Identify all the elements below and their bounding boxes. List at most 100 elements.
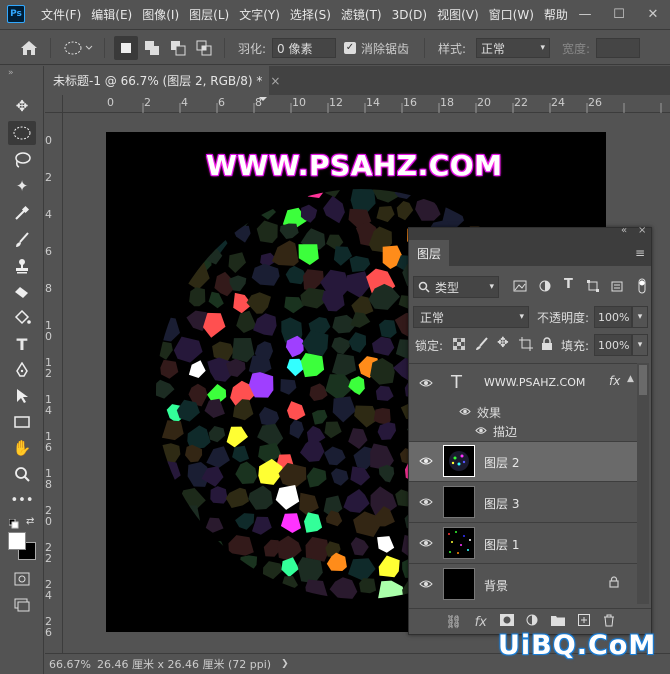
style-select[interactable]: 正常 ▾	[476, 38, 550, 58]
pen-tool-icon[interactable]	[8, 358, 36, 382]
menu-view[interactable]: 视图(V)	[432, 0, 484, 30]
menu-image[interactable]: 图像(I)	[137, 0, 184, 30]
menu-3d[interactable]: 3D(D)	[387, 0, 432, 30]
path-selection-tool-icon[interactable]	[8, 384, 36, 408]
quick-mask-icon[interactable]	[14, 572, 30, 589]
opacity-dropdown-icon[interactable]: ▾	[632, 306, 648, 328]
layer-row-text[interactable]: T WWW.PSAHZ.COM fx ▲	[409, 363, 637, 403]
panel-menu-icon[interactable]: ≡	[635, 246, 645, 260]
opacity-input[interactable]: 100%	[594, 306, 632, 328]
layer-name[interactable]: 背景	[484, 577, 508, 594]
menu-filter[interactable]: 滤镜(T)	[336, 0, 387, 30]
expand-effects-icon[interactable]: ▲	[627, 374, 634, 384]
new-selection-icon[interactable]	[114, 36, 138, 60]
add-style-fx-icon[interactable]: fx	[475, 615, 487, 630]
tab-layers[interactable]: 图层	[409, 240, 449, 266]
visibility-eye-icon[interactable]	[419, 496, 433, 510]
rectangle-tool-icon[interactable]	[8, 410, 36, 434]
panel-collapse-icon[interactable]: «	[621, 225, 627, 236]
layer-name[interactable]: 图层 2	[484, 454, 519, 471]
menu-edit[interactable]: 编辑(E)	[86, 0, 137, 30]
document-tab[interactable]: 未标题-1 @ 66.7% (图层 2, RGB/8) * ×	[45, 66, 280, 95]
elliptical-marquee-preset-icon[interactable]	[64, 31, 94, 65]
filter-adjustment-icon[interactable]	[539, 280, 551, 295]
fill-dropdown-icon[interactable]: ▾	[632, 334, 648, 356]
layers-scrollbar[interactable]	[637, 363, 649, 604]
eraser-tool-icon[interactable]	[8, 280, 36, 304]
elliptical-marquee-tool-icon[interactable]	[8, 121, 36, 145]
layer-row-background[interactable]: 背景	[409, 563, 637, 604]
home-icon[interactable]	[20, 31, 38, 65]
lock-pixels-icon[interactable]	[475, 337, 489, 354]
filter-smart-object-icon[interactable]	[611, 280, 623, 295]
effect-stroke-row[interactable]: 描边	[409, 421, 637, 441]
swap-colors-icon[interactable]: ⇄	[26, 516, 34, 527]
layer-row[interactable]: 图层 3	[409, 481, 637, 522]
antialias-checkbox[interactable]: ✓ 消除锯齿	[344, 31, 409, 65]
close-button[interactable]: ✕	[636, 0, 670, 28]
default-colors-icon[interactable]	[8, 518, 19, 532]
brush-tool-icon[interactable]	[8, 228, 36, 252]
filter-pixel-icon[interactable]	[513, 280, 527, 295]
filter-toggle-icon[interactable]	[638, 278, 646, 297]
delete-layer-icon[interactable]	[603, 614, 615, 631]
screen-mode-icon[interactable]	[14, 598, 30, 615]
lock-artboard-icon[interactable]	[519, 337, 533, 354]
layer-name[interactable]: WWW.PSAHZ.COM	[484, 376, 585, 389]
visibility-eye-icon[interactable]	[419, 455, 433, 469]
adjustment-layer-icon[interactable]	[526, 614, 538, 630]
effect-name: 描边	[493, 425, 518, 439]
visibility-eye-icon[interactable]	[459, 405, 471, 419]
layer-row-selected[interactable]: 图层 2	[409, 441, 637, 481]
foreground-color-swatch[interactable]	[8, 532, 26, 550]
menu-type[interactable]: 文字(Y)	[234, 0, 285, 30]
effects-fx-icon[interactable]: fx	[609, 374, 620, 388]
layer-filter-select[interactable]: 类型 ▾	[413, 276, 499, 298]
visibility-eye-icon[interactable]	[419, 377, 433, 391]
layer-name[interactable]: 图层 3	[484, 495, 519, 512]
visibility-eye-icon[interactable]	[419, 537, 433, 551]
lock-position-icon[interactable]: ✥	[497, 335, 509, 351]
maximize-button[interactable]: ☐	[602, 0, 636, 28]
menu-file[interactable]: 文件(F)	[36, 0, 86, 30]
lock-transparent-icon[interactable]	[452, 337, 466, 353]
stamp-tool-icon[interactable]	[8, 254, 36, 278]
feather-input[interactable]: 0 像素	[272, 38, 336, 58]
intersect-selection-icon[interactable]	[196, 31, 212, 65]
menu-window[interactable]: 窗口(W)	[484, 0, 539, 30]
add-mask-icon[interactable]	[499, 614, 514, 630]
layer-name[interactable]: 图层 1	[484, 536, 519, 553]
lasso-tool-icon[interactable]	[8, 148, 36, 172]
visibility-eye-icon[interactable]	[475, 424, 487, 438]
more-tools-icon[interactable]: •••	[8, 488, 36, 512]
subtract-from-selection-icon[interactable]	[170, 31, 186, 65]
link-layers-icon[interactable]: ⛓	[445, 615, 462, 630]
menu-layer[interactable]: 图层(L)	[184, 0, 234, 30]
effects-group-row[interactable]: 效果	[409, 402, 637, 422]
move-tool-icon[interactable]: ✥	[8, 94, 36, 118]
panel-close-icon[interactable]: ×	[638, 225, 646, 236]
magic-wand-tool-icon[interactable]: ✦	[8, 174, 36, 198]
filter-type-icon[interactable]: T	[564, 277, 573, 292]
type-tool-icon[interactable]: T	[8, 332, 36, 356]
zoom-tool-icon[interactable]	[8, 462, 36, 486]
fill-input[interactable]: 100%	[594, 334, 632, 356]
paint-bucket-tool-icon[interactable]	[8, 306, 36, 330]
visibility-eye-icon[interactable]	[419, 578, 433, 592]
add-to-selection-icon[interactable]	[144, 31, 160, 65]
status-arrow-icon[interactable]: ❯	[281, 659, 289, 669]
lock-all-icon[interactable]	[541, 337, 553, 354]
menu-select[interactable]: 选择(S)	[285, 0, 336, 30]
zoom-level[interactable]: 66.67%	[49, 658, 95, 671]
minimize-button[interactable]: —	[568, 0, 602, 28]
layer-row[interactable]: 图层 1	[409, 522, 637, 563]
eyedropper-tool-icon[interactable]	[8, 201, 36, 225]
new-layer-icon[interactable]	[577, 614, 590, 630]
tab-close-icon[interactable]: ×	[270, 74, 280, 88]
hand-tool-icon[interactable]: ✋	[8, 436, 36, 460]
collapse-icon[interactable]: »	[8, 68, 14, 78]
filter-shape-icon[interactable]	[587, 280, 599, 295]
width-input[interactable]	[596, 38, 640, 58]
new-group-icon[interactable]	[551, 614, 566, 630]
blend-mode-select[interactable]: 正常 ▾	[413, 306, 529, 328]
